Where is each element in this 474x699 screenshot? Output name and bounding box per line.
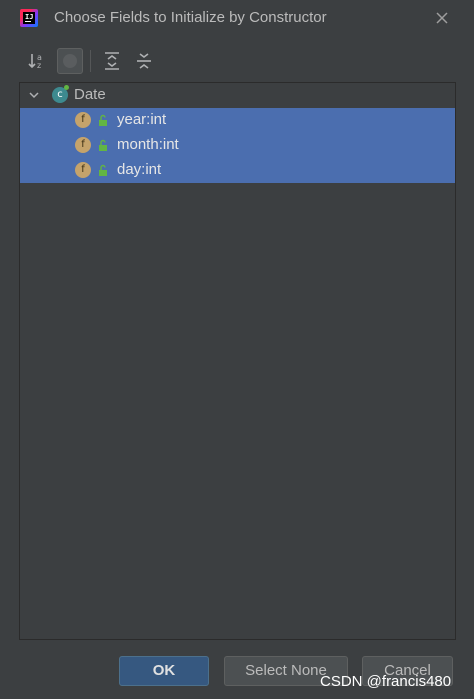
dialog-title: Choose Fields to Initialize by Construct… [54, 9, 327, 26]
field-label: month:int [117, 136, 179, 153]
ok-button[interactable]: OK [119, 656, 209, 686]
intellij-app-icon: IJ [20, 9, 38, 27]
tree-node-class-date[interactable]: c Date [20, 83, 455, 108]
chevron-down-icon[interactable] [28, 89, 40, 101]
expand-all-icon [105, 52, 119, 70]
toolbar-separator [90, 50, 91, 72]
lock-icon [99, 114, 107, 126]
field-icon: f [75, 112, 91, 128]
fields-tree[interactable]: c Date f year:int f month:int f day:int [19, 82, 456, 640]
close-button[interactable] [432, 8, 452, 28]
sort-alphabetically-icon: a z [28, 53, 42, 70]
close-icon [436, 12, 448, 24]
watermark: CSDN @francis480 [320, 673, 452, 690]
collapse-all-icon [137, 53, 151, 69]
svg-text:z: z [37, 61, 41, 70]
sort-alphabetically-button[interactable]: a z [25, 48, 51, 74]
field-label: year:int [117, 111, 167, 128]
tree-field-row[interactable]: f year:int [20, 108, 455, 133]
show-classes-icon [63, 54, 77, 68]
collapse-all-button[interactable] [131, 48, 157, 74]
field-label: day:int [117, 161, 162, 178]
toolbar: a z [0, 44, 474, 80]
lock-icon [99, 164, 107, 176]
field-icon: f [75, 162, 91, 178]
tree-field-row[interactable]: f day:int [20, 158, 455, 183]
tree-field-row[interactable]: f month:int [20, 133, 455, 158]
field-icon: f [75, 137, 91, 153]
class-status-dot-icon [64, 85, 69, 90]
tree-node-label: Date [74, 86, 106, 103]
show-classes-toggle[interactable] [57, 48, 83, 74]
expand-all-button[interactable] [99, 48, 125, 74]
title-bar: IJ Choose Fields to Initialize by Constr… [0, 0, 474, 36]
lock-icon [99, 139, 107, 151]
